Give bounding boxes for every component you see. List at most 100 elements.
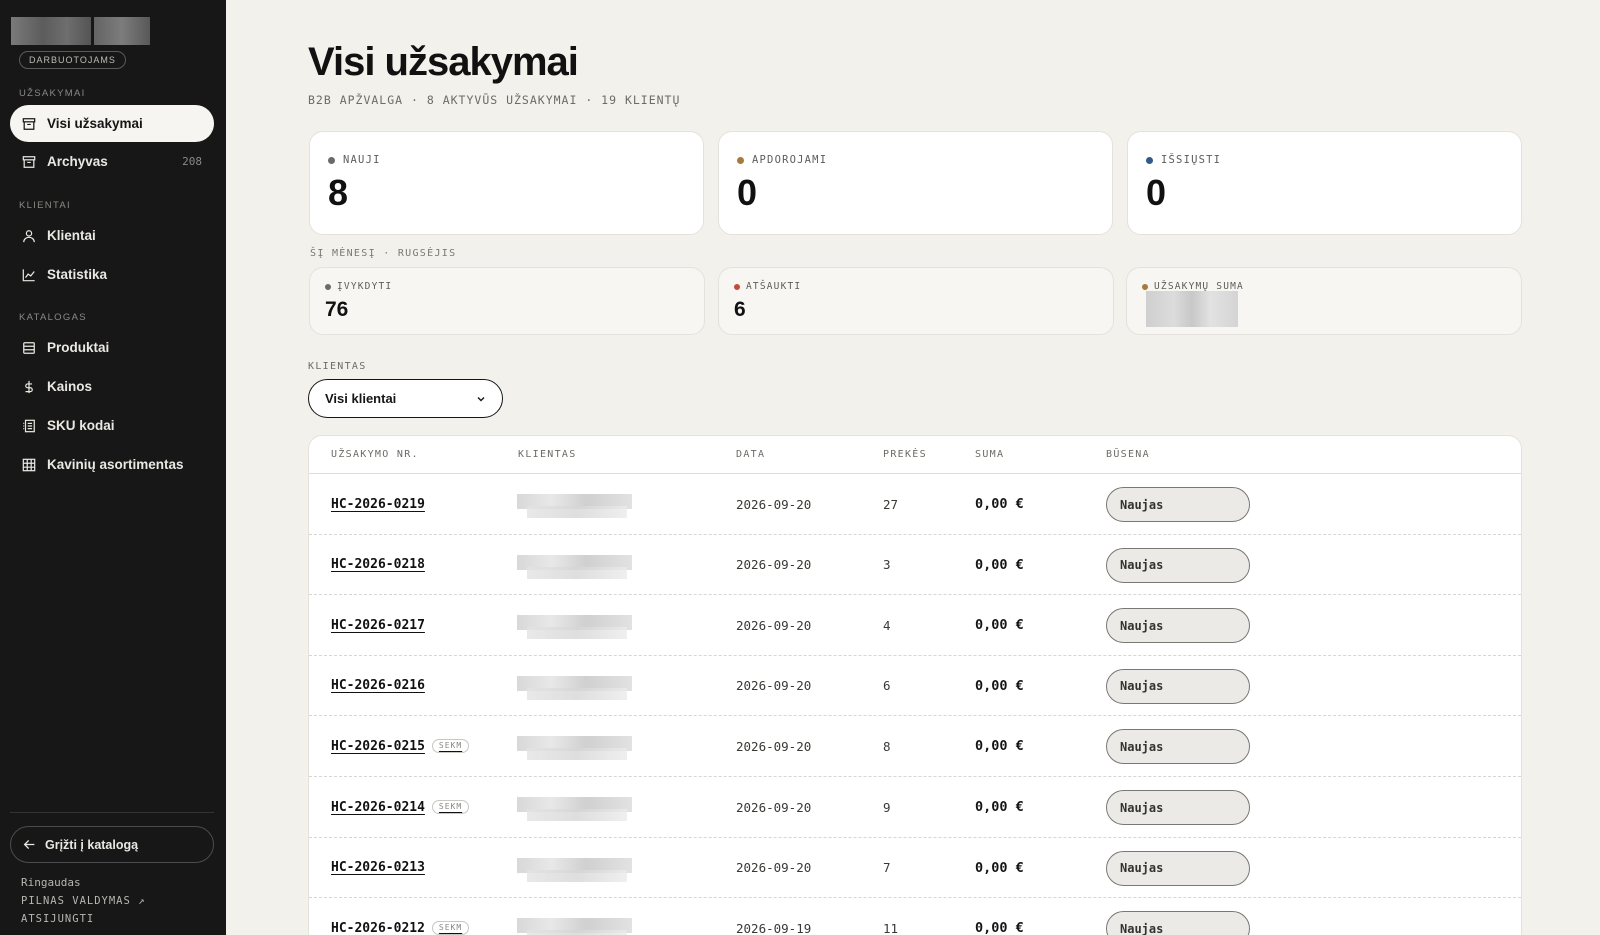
status-dot — [1146, 156, 1153, 164]
status-badge[interactable]: Naujas — [1106, 547, 1250, 583]
archive-count: 208 — [182, 155, 202, 168]
redacted-client-name — [509, 789, 669, 825]
order-number-link[interactable]: HC-2026-0212 SEKM — [331, 898, 470, 935]
column-header-date[interactable]: DATA — [736, 449, 765, 460]
order-item-count: 4 — [883, 617, 891, 633]
status-label: Naujas — [1120, 800, 1164, 815]
stat-label: ATŠAUKTI — [734, 281, 801, 292]
order-number-link[interactable]: HC-2026-0213 — [331, 838, 425, 898]
full-admin-link[interactable]: PILNAS VALDYMAS ↗ — [21, 895, 145, 907]
logout-link[interactable]: ATSIJUNGTI — [21, 913, 94, 925]
order-item-count: 8 — [883, 738, 891, 754]
order-number-link[interactable]: HC-2026-0217 — [331, 595, 425, 655]
stat-card-new[interactable]: NAUJI 8 — [309, 131, 704, 235]
table-row[interactable]: HC-2026-0213 2026-09-20 7 0,00 € Naujas — [309, 838, 1521, 899]
status-badge[interactable]: Naujas — [1106, 790, 1250, 825]
order-sum: 0,00 € — [975, 738, 1024, 755]
status-badge[interactable]: Naujas — [1106, 729, 1250, 765]
order-date: 2026-09-20 — [736, 860, 812, 876]
page-title: Visi užsakymai — [308, 40, 579, 84]
status-dot — [734, 283, 740, 290]
redacted-client-name — [509, 850, 669, 886]
sidebar-item-all-orders[interactable]: Visi užsakymai — [10, 105, 214, 142]
order-number[interactable]: HC-2026-0212 — [331, 921, 425, 935]
status-dot — [325, 283, 331, 290]
order-sum: 0,00 € — [975, 556, 1024, 573]
brand-logo[interactable] — [11, 17, 150, 45]
order-number[interactable]: HC-2026-0218 — [331, 557, 425, 572]
order-number-link[interactable]: HC-2026-0215 SEKM — [331, 716, 470, 776]
sidebar-item-prices[interactable]: Kainos — [10, 368, 214, 405]
status-dot — [737, 156, 744, 164]
stat-card-processing[interactable]: APDOROJAMI 0 — [718, 131, 1113, 235]
stat-label: ĮVYKDYTI — [325, 281, 392, 292]
column-header-order-no[interactable]: UŽSAKYMO NR. — [331, 449, 419, 460]
sidebar-item-sku[interactable]: SKU kodai — [10, 407, 214, 444]
sidebar: DARBUOTOJAMS UŽSAKYMAI Visi užsakymai Ar… — [0, 0, 226, 935]
current-user: Ringaudas — [21, 876, 81, 889]
month-card-sum: UŽSAKYMŲ SUMA — [1126, 267, 1522, 335]
order-number-link[interactable]: HC-2026-0216 — [331, 656, 425, 716]
order-number[interactable]: HC-2026-0217 — [331, 618, 425, 633]
table-row[interactable]: HC-2026-0215 SEKM 2026-09-20 8 0,00 € Naujas — [309, 716, 1521, 777]
order-sum: 0,00 € — [975, 677, 1024, 694]
back-to-catalog-button[interactable]: Grįžti į katalogą — [10, 826, 214, 863]
status-label: Naujas — [1120, 679, 1164, 694]
employee-badge: DARBUOTOJAMS — [19, 51, 126, 69]
sidebar-item-products[interactable]: Produktai — [10, 329, 214, 366]
stat-card-shipped[interactable]: IŠSIŲSTI 0 — [1127, 131, 1522, 235]
table-row[interactable]: HC-2026-0216 2026-09-20 6 0,00 € Naujas — [309, 656, 1521, 717]
order-number[interactable]: HC-2026-0214 — [331, 800, 425, 815]
table-row[interactable]: HC-2026-0214 SEKM 2026-09-20 9 0,00 € Naujas — [309, 777, 1521, 838]
table-row[interactable]: HC-2026-0212 SEKM 2026-09-19 11 0,00 € Naujas — [309, 898, 1521, 935]
order-number-link[interactable]: HC-2026-0218 — [331, 535, 425, 595]
sidebar-item-label: Visi užsakymai — [47, 116, 143, 131]
status-badge[interactable]: Naujas — [1106, 608, 1250, 644]
stat-label: IŠSIŲSTI — [1146, 154, 1221, 166]
table-row[interactable]: HC-2026-0217 2026-09-20 4 0,00 € Naujas — [309, 595, 1521, 656]
order-number[interactable]: HC-2026-0216 — [331, 678, 425, 693]
order-item-count: 11 — [883, 920, 899, 935]
sidebar-item-label: Produktai — [47, 340, 110, 355]
column-header-status[interactable]: BŪSENA — [1106, 449, 1150, 460]
sidebar-divider — [10, 812, 214, 813]
table-header: UŽSAKYMO NR. KLIENTAS DATA PREKĖS SUMA B… — [309, 436, 1521, 474]
back-button-label: Grįžti į katalogą — [45, 837, 139, 852]
sidebar-item-clients[interactable]: Klientai — [10, 217, 214, 254]
table-row[interactable]: HC-2026-0218 2026-09-20 3 0,00 € Naujas — [309, 535, 1521, 596]
redacted-client-name — [509, 486, 669, 522]
order-number-link[interactable]: HC-2026-0219 — [331, 474, 425, 534]
order-date: 2026-09-20 — [736, 678, 812, 694]
redacted-client-name — [509, 547, 669, 583]
status-dot — [1142, 283, 1148, 290]
sidebar-item-assortment[interactable]: Kavinių asortimentas — [10, 446, 214, 483]
dollar-icon — [25, 380, 33, 393]
stat-value: 0 — [1146, 172, 1167, 213]
order-number[interactable]: HC-2026-0213 — [331, 860, 425, 875]
table-row[interactable]: HC-2026-0219 2026-09-20 27 0,00 € Naujas — [309, 474, 1521, 535]
status-badge[interactable]: Naujas — [1106, 911, 1250, 935]
order-sum: 0,00 € — [975, 859, 1024, 876]
sidebar-item-statistics[interactable]: Statistika — [10, 256, 214, 293]
sidebar-item-label: Kavinių asortimentas — [47, 457, 184, 472]
order-number-link[interactable]: HC-2026-0214 SEKM — [331, 777, 470, 837]
column-header-items[interactable]: PREKĖS — [883, 449, 927, 460]
column-header-client[interactable]: KLIENTAS — [518, 449, 577, 460]
order-date: 2026-09-20 — [736, 496, 812, 512]
line-chart-icon — [22, 268, 35, 281]
order-number[interactable]: HC-2026-0219 — [331, 497, 425, 512]
column-header-sum[interactable]: SUMA — [975, 449, 1004, 460]
status-badge[interactable]: Naujas — [1106, 487, 1250, 522]
status-badge[interactable]: Naujas — [1106, 850, 1250, 886]
client-filter-select[interactable]: Visi klientai — [308, 379, 503, 418]
order-date: 2026-09-20 — [736, 557, 812, 573]
stat-value: 6 — [734, 298, 746, 321]
order-number[interactable]: HC-2026-0215 — [331, 739, 425, 754]
month-card-cancelled: ATŠAUKTI 6 — [718, 267, 1114, 335]
status-badge[interactable]: Naujas — [1106, 668, 1250, 704]
redacted-client-name — [509, 607, 669, 643]
grid-icon — [22, 458, 36, 471]
order-sum: 0,00 € — [975, 617, 1024, 634]
sidebar-item-archive[interactable]: Archyvas 208 — [10, 143, 214, 180]
sidebar-item-label: Klientai — [47, 228, 96, 243]
